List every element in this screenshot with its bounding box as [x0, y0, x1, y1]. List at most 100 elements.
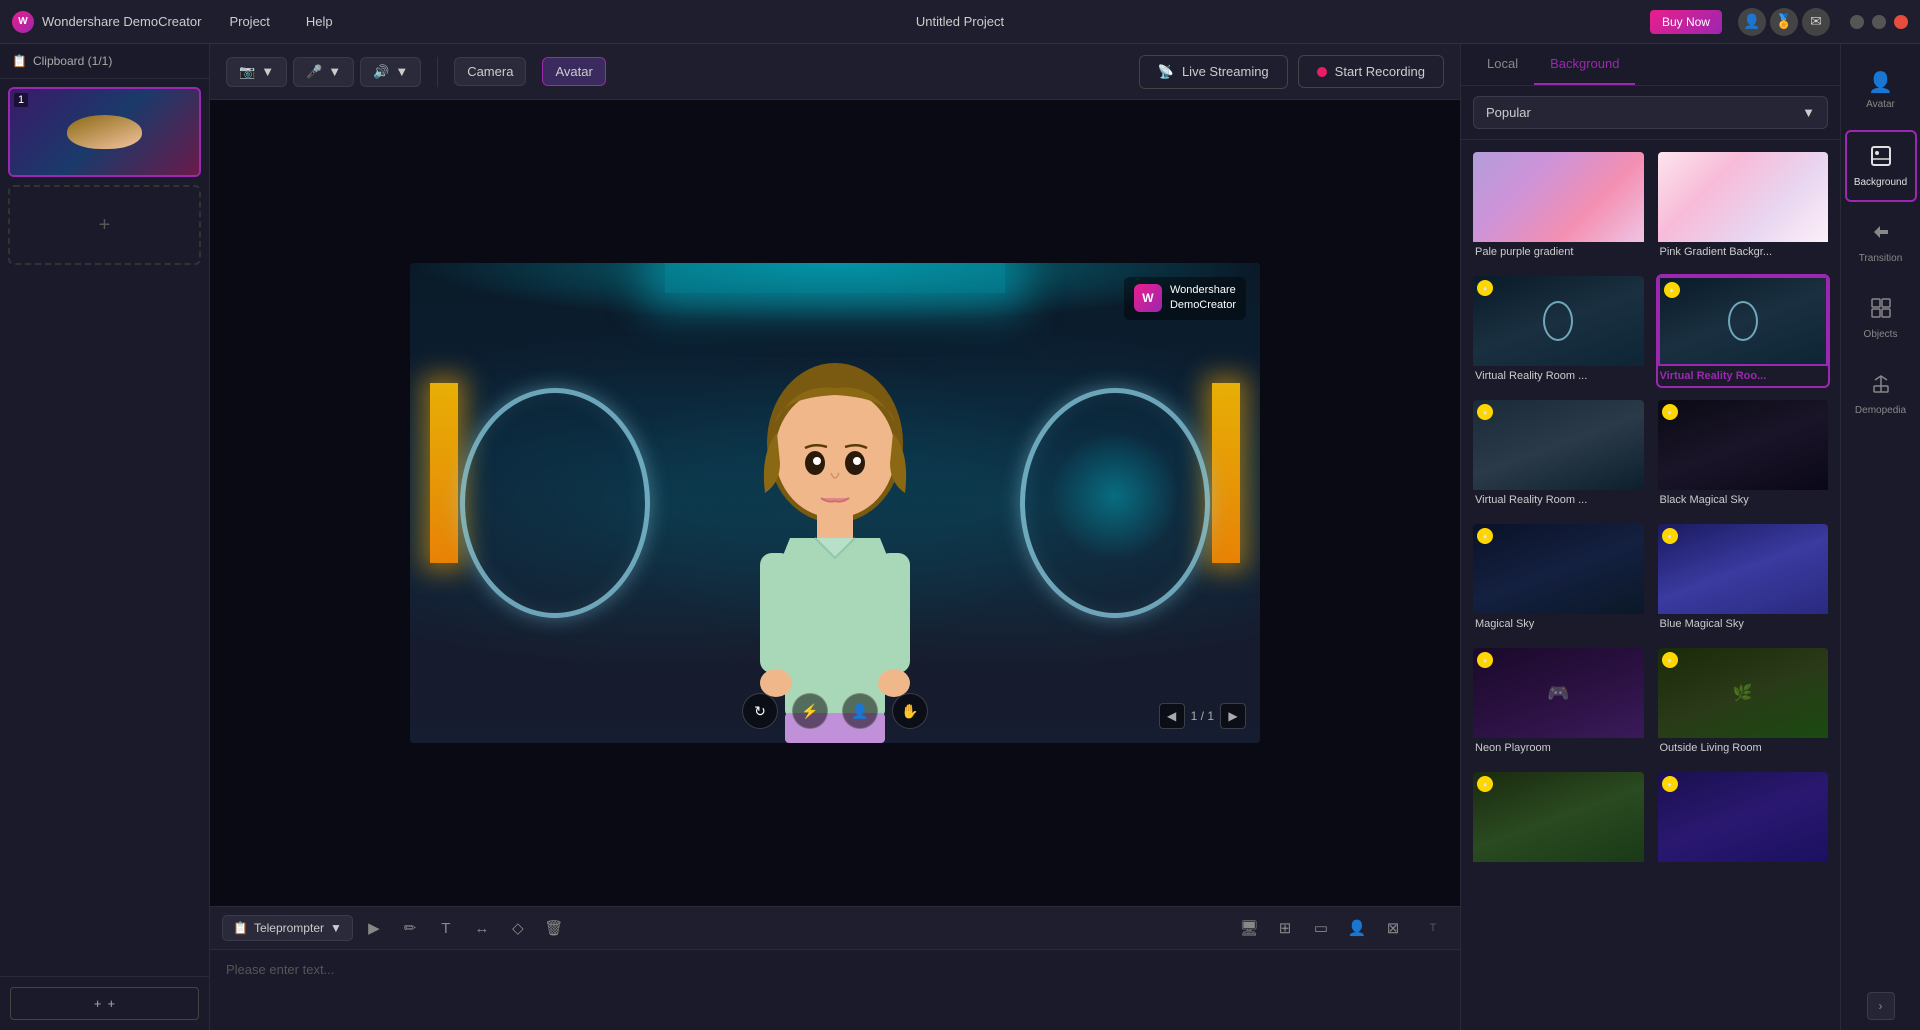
bg-item-pale-purple[interactable]: Pale purple gradient — [1471, 150, 1646, 264]
bg-thumb-pink-gradient — [1658, 152, 1829, 242]
premium-badge-3: ♦ — [1477, 404, 1493, 420]
badge-icon[interactable]: 🏅 — [1770, 8, 1798, 36]
bg-item-purple-space[interactable]: ♦ — [1656, 770, 1831, 872]
volume-button[interactable]: 🔊 ▼ — [360, 57, 421, 87]
diamond-tool[interactable]: ◇ — [503, 913, 533, 943]
teleprompter-placeholder: Please enter text... — [226, 962, 334, 977]
next-page-button[interactable]: ▶ — [1220, 703, 1246, 729]
bg-label-magical-sky: Magical Sky — [1473, 614, 1644, 634]
delete-tool[interactable]: 🗑 — [539, 913, 569, 943]
bg-thumb-pale-purple — [1473, 152, 1644, 242]
bg-item-vr-room-3[interactable]: ♦ Virtual Reality Room ... — [1471, 398, 1646, 512]
bg-label-pink-gradient: Pink Gradient Backgr... — [1658, 242, 1829, 262]
speaker-icon: 🔊 — [373, 64, 389, 80]
bg-item-black-magical[interactable]: ♦ Black Magical Sky — [1656, 398, 1831, 512]
grid-tool[interactable]: ⊠ — [1378, 913, 1408, 943]
bg-item-neon-playroom[interactable]: ♦ 🎮 Neon Playroom — [1471, 646, 1646, 760]
person-control[interactable]: 👤 — [842, 693, 878, 729]
category-dropdown[interactable]: Popular ▼ — [1473, 96, 1828, 129]
teleprompter-input-area[interactable]: Please enter text... — [210, 950, 1460, 1030]
title-bar: W Wondershare DemoCreator Project Help U… — [0, 0, 1920, 44]
start-recording-button[interactable]: Start Recording — [1298, 55, 1444, 88]
bg-item-vr-room-2[interactable]: ♦ Virtual Reality Roo... — [1656, 274, 1831, 388]
screen-tool[interactable]: 🖥 — [1234, 913, 1264, 943]
text-tool[interactable]: T — [431, 913, 461, 943]
bg-item-outside-living[interactable]: ♦ 🌿 Outside Living Room — [1656, 646, 1831, 760]
bg-item-pink-gradient[interactable]: Pink Gradient Backgr... — [1656, 150, 1831, 264]
preview-watermark: W Wondershare DemoCreator — [1124, 277, 1246, 320]
panel-item-objects[interactable]: Objects — [1845, 282, 1917, 354]
panel-item-demopedia[interactable]: Demopedia — [1845, 358, 1917, 430]
expand-icon: › — [1879, 999, 1883, 1013]
add-clip-button[interactable]: + — [8, 185, 201, 265]
menu-project[interactable]: Project — [221, 10, 277, 33]
stream-icon: 📡 — [1158, 64, 1174, 80]
clips-footer: + + — [0, 976, 209, 1030]
objects-panel-label: Objects — [1864, 329, 1898, 340]
live-streaming-button[interactable]: 📡 Live Streaming — [1139, 55, 1288, 89]
tab-background[interactable]: Background — [1534, 44, 1635, 85]
bg-item-vr-room-1[interactable]: ♦ Virtual Reality Room ... — [1471, 274, 1646, 388]
clips-header: 📋 Clipboard (1/1) — [0, 44, 209, 79]
expand-panel-button[interactable]: › — [1867, 992, 1895, 1020]
avatar-character — [705, 343, 965, 743]
play-tool[interactable]: ▶ — [359, 913, 389, 943]
glow-panel-right — [1212, 383, 1240, 563]
bg-item-life[interactable]: ♦ — [1471, 770, 1646, 872]
clips-list: 1 + — [0, 79, 209, 976]
edit-tool[interactable]: ✏ — [395, 913, 425, 943]
glow-panel-left — [430, 383, 458, 563]
premium-badge-10: ♦ — [1662, 776, 1678, 792]
sync-tool[interactable]: ↔ — [467, 913, 497, 943]
pagination: ◀ 1 / 1 ▶ — [1159, 703, 1246, 729]
bg-thumb-vr-room-3: ♦ — [1473, 400, 1644, 490]
app-logo-text: Wondershare DemoCreator — [42, 14, 201, 29]
menu-help[interactable]: Help — [298, 10, 341, 33]
avatar-tab[interactable]: Avatar — [542, 57, 605, 86]
add-scene-button[interactable]: + + — [10, 987, 199, 1020]
camera-tab[interactable]: Camera — [454, 57, 526, 86]
person-insert-tool[interactable]: 👤 — [1342, 913, 1372, 943]
crop-control[interactable]: ⚡ — [792, 693, 828, 729]
premium-badge-9: ♦ — [1477, 776, 1493, 792]
camera-source-button[interactable]: 📷 ▼ — [226, 57, 287, 87]
window-tool[interactable]: ⊞ — [1270, 913, 1300, 943]
template-icon: T — [1418, 913, 1448, 943]
clip-thumbnail — [10, 89, 199, 175]
dropdown-row: Popular ▼ — [1461, 86, 1840, 140]
maximize-button[interactable]: □ — [1872, 15, 1886, 29]
app-logo-icon: W — [12, 11, 34, 33]
minimize-button[interactable]: ─ — [1850, 15, 1864, 29]
main-layout: 📋 Clipboard (1/1) 1 + + + — [0, 44, 1920, 1030]
live-streaming-label: Live Streaming — [1182, 64, 1269, 79]
rotate-control[interactable]: ↻ — [742, 693, 778, 729]
panel-item-transition[interactable]: Transition — [1845, 206, 1917, 278]
panel-item-background[interactable]: Background — [1845, 130, 1917, 202]
background-panel-icon — [1870, 145, 1892, 173]
bg-item-blue-magical[interactable]: ♦ Blue Magical Sky — [1656, 522, 1831, 636]
close-button[interactable]: × — [1894, 15, 1908, 29]
gesture-control[interactable]: ✋ — [892, 693, 928, 729]
mail-icon[interactable]: ✉ — [1802, 8, 1830, 36]
window-controls: ─ □ × — [1850, 15, 1908, 29]
toolbar: 📷 ▼ 🎤 ▼ 🔊 ▼ Camera Avatar — [210, 44, 1460, 100]
camera-tab-label: Camera — [467, 64, 513, 79]
separator-1 — [437, 57, 438, 87]
watermark-icon: W — [1134, 284, 1162, 312]
teleprompter-dropdown[interactable]: 📋 Teleprompter ▼ — [222, 915, 353, 941]
overlay-tool[interactable]: ▭ — [1306, 913, 1336, 943]
buy-now-button[interactable]: Buy Now — [1650, 10, 1722, 34]
clipboard-icon: 📋 — [12, 54, 27, 68]
user-icon[interactable]: 👤 — [1738, 8, 1766, 36]
app-logo: W Wondershare DemoCreator — [12, 11, 201, 33]
panel-item-avatar[interactable]: 👤 Avatar — [1845, 54, 1917, 126]
tab-local[interactable]: Local — [1471, 44, 1534, 85]
title-bar-right: Buy Now 👤 🏅 ✉ ─ □ × — [1650, 8, 1908, 36]
bg-item-magical-sky[interactable]: ♦ Magical Sky — [1471, 522, 1646, 636]
prev-page-button[interactable]: ◀ — [1159, 703, 1185, 729]
toolbar-right: 📡 Live Streaming Start Recording — [1139, 55, 1444, 89]
clip-item[interactable]: 1 — [8, 87, 201, 177]
avatar-panel-label: Avatar — [1866, 99, 1895, 110]
mic-button[interactable]: 🎤 ▼ — [293, 57, 354, 87]
bg-thumb-life: ♦ — [1473, 772, 1644, 862]
